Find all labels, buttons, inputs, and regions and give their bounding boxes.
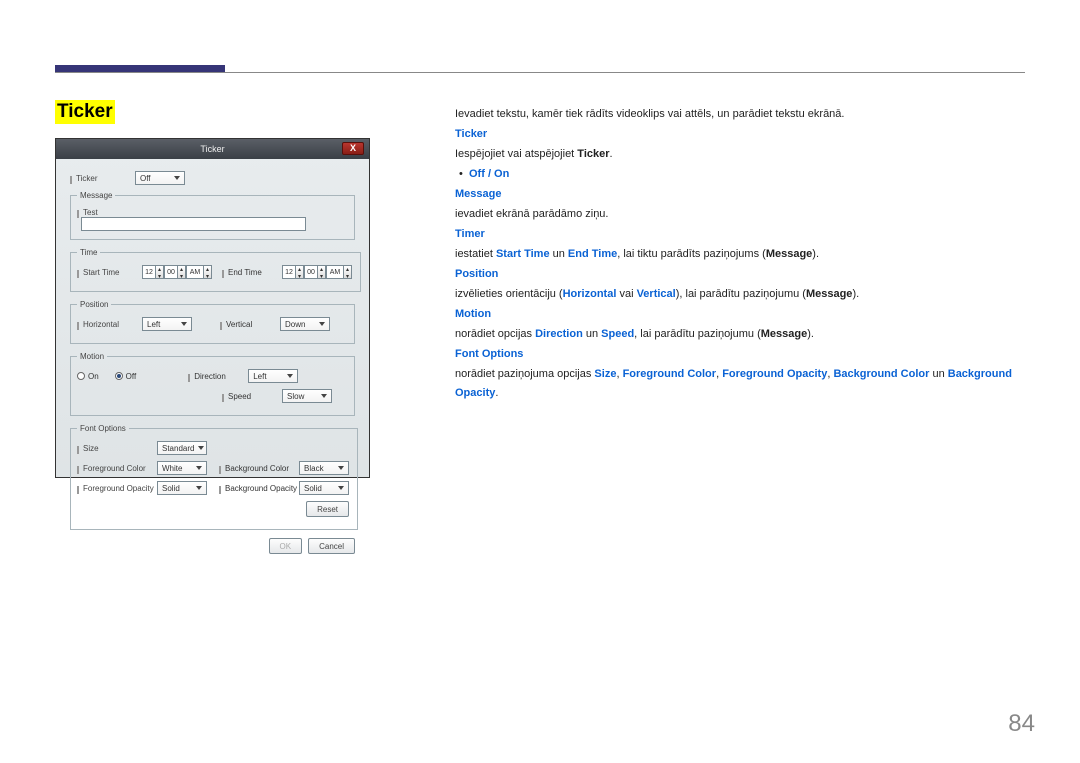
chevron-down-icon bbox=[196, 486, 202, 490]
close-button[interactable]: X bbox=[342, 142, 364, 155]
on-radio[interactable] bbox=[77, 372, 85, 380]
ok-button[interactable]: OK bbox=[269, 538, 303, 554]
spinner-icon: ▴▾ bbox=[204, 265, 212, 279]
h-ticker: Ticker bbox=[455, 125, 1025, 144]
off-radio[interactable] bbox=[115, 372, 123, 380]
vertical-value: Down bbox=[285, 320, 305, 329]
direction-select[interactable]: Left bbox=[248, 369, 298, 383]
spinner-icon: ▴▾ bbox=[178, 265, 186, 279]
horizontal-select[interactable]: Left bbox=[142, 317, 192, 331]
fg-opacity-label: Foreground Opacity bbox=[77, 484, 157, 493]
end-ampm: AM bbox=[326, 265, 344, 279]
dialog-title: Ticker bbox=[200, 144, 224, 154]
h-message: Message bbox=[455, 185, 1025, 204]
speed-value: Slow bbox=[287, 392, 304, 401]
start-time-label: Start Time bbox=[77, 268, 142, 277]
chevron-down-icon bbox=[338, 466, 344, 470]
chevron-down-icon bbox=[174, 176, 180, 180]
horizontal-label: Horizontal bbox=[77, 320, 142, 329]
horizontal-value: Left bbox=[147, 320, 160, 329]
off-label: Off bbox=[126, 372, 137, 381]
ticker-value: Off bbox=[140, 174, 151, 183]
description-text: Ievadiet tekstu, kamēr tiek rādīts video… bbox=[455, 105, 1025, 404]
position-legend: Position bbox=[77, 300, 111, 309]
start-min: 00 bbox=[164, 265, 178, 279]
timer-desc: iestatiet Start Time un End Time, lai ti… bbox=[455, 245, 1025, 264]
time-legend: Time bbox=[77, 248, 100, 257]
header-divider bbox=[55, 72, 1025, 73]
h-motion: Motion bbox=[455, 305, 1025, 324]
chevron-down-icon bbox=[338, 486, 344, 490]
intro-text: Ievadiet tekstu, kamēr tiek rādīts video… bbox=[455, 105, 1025, 124]
fg-color-value: White bbox=[162, 464, 182, 473]
message-desc: ievadiet ekrānā parādāmo ziņu. bbox=[455, 205, 1025, 224]
fg-opacity-select[interactable]: Solid bbox=[157, 481, 207, 495]
bg-color-label: Background Color bbox=[219, 464, 299, 473]
motion-desc: norādiet opcijas Direction un Speed, lai… bbox=[455, 325, 1025, 344]
fg-opacity-value: Solid bbox=[162, 484, 180, 493]
bg-opacity-select[interactable]: Solid bbox=[299, 481, 349, 495]
spinner-icon: ▴▾ bbox=[156, 265, 164, 279]
direction-value: Left bbox=[253, 372, 266, 381]
ticker-desc: Iespējojiet vai atspējojiet Ticker. bbox=[455, 145, 1025, 164]
on-label: On bbox=[88, 372, 99, 381]
ticker-dialog: Ticker X Ticker Off Message Test Time St… bbox=[55, 138, 370, 478]
bg-color-select[interactable]: Black bbox=[299, 461, 349, 475]
bg-opacity-value: Solid bbox=[304, 484, 322, 493]
spinner-icon: ▴▾ bbox=[344, 265, 352, 279]
chevron-down-icon bbox=[321, 394, 327, 398]
vertical-label: Vertical bbox=[220, 320, 280, 329]
reset-button[interactable]: Reset bbox=[306, 501, 349, 517]
ticker-label: Ticker bbox=[70, 174, 135, 183]
speed-label: Speed bbox=[222, 392, 282, 401]
size-select[interactable]: Standard bbox=[157, 441, 207, 455]
motion-legend: Motion bbox=[77, 352, 107, 361]
bg-opacity-label: Background Opacity bbox=[219, 484, 299, 493]
ticker-select[interactable]: Off bbox=[135, 171, 185, 185]
dialog-titlebar: Ticker X bbox=[56, 139, 369, 159]
page-title: Ticker bbox=[55, 100, 115, 124]
chevron-down-icon bbox=[319, 322, 325, 326]
spinner-icon: ▴▾ bbox=[318, 265, 326, 279]
start-hour: 12 bbox=[142, 265, 156, 279]
end-time-picker[interactable]: 12▴▾ 00▴▾ AM▴▾ bbox=[282, 265, 352, 279]
page-number: 84 bbox=[1008, 710, 1035, 738]
end-time-label: End Time bbox=[222, 268, 282, 277]
chevron-down-icon bbox=[287, 374, 293, 378]
start-time-picker[interactable]: 12▴▾ 00▴▾ AM▴▾ bbox=[142, 265, 212, 279]
speed-select[interactable]: Slow bbox=[282, 389, 332, 403]
bg-color-value: Black bbox=[304, 464, 324, 473]
end-hour: 12 bbox=[282, 265, 296, 279]
off-on-bullet: Off / On bbox=[455, 165, 1025, 184]
close-icon: X bbox=[350, 143, 356, 153]
fg-color-label: Foreground Color bbox=[77, 464, 157, 473]
direction-label: Direction bbox=[188, 372, 248, 381]
header-bar bbox=[55, 65, 225, 72]
cancel-button[interactable]: Cancel bbox=[308, 538, 355, 554]
vertical-select[interactable]: Down bbox=[280, 317, 330, 331]
h-font: Font Options bbox=[455, 345, 1025, 364]
start-ampm: AM bbox=[186, 265, 204, 279]
spinner-icon: ▴▾ bbox=[296, 265, 304, 279]
chevron-down-icon bbox=[198, 446, 204, 450]
chevron-down-icon bbox=[181, 322, 187, 326]
font-options-legend: Font Options bbox=[77, 424, 129, 433]
end-min: 00 bbox=[304, 265, 318, 279]
message-legend: Message bbox=[77, 191, 115, 200]
position-desc: izvēlieties orientāciju (Horizontal vai … bbox=[455, 285, 1025, 304]
font-desc: norādiet paziņojuma opcijas Size, Foregr… bbox=[455, 365, 1025, 403]
h-timer: Timer bbox=[455, 225, 1025, 244]
size-label: Size bbox=[77, 444, 157, 453]
h-position: Position bbox=[455, 265, 1025, 284]
chevron-down-icon bbox=[196, 466, 202, 470]
size-value: Standard bbox=[162, 444, 194, 453]
fg-color-select[interactable]: White bbox=[157, 461, 207, 475]
message-value-label: Test bbox=[77, 208, 117, 217]
message-input[interactable] bbox=[81, 217, 306, 231]
